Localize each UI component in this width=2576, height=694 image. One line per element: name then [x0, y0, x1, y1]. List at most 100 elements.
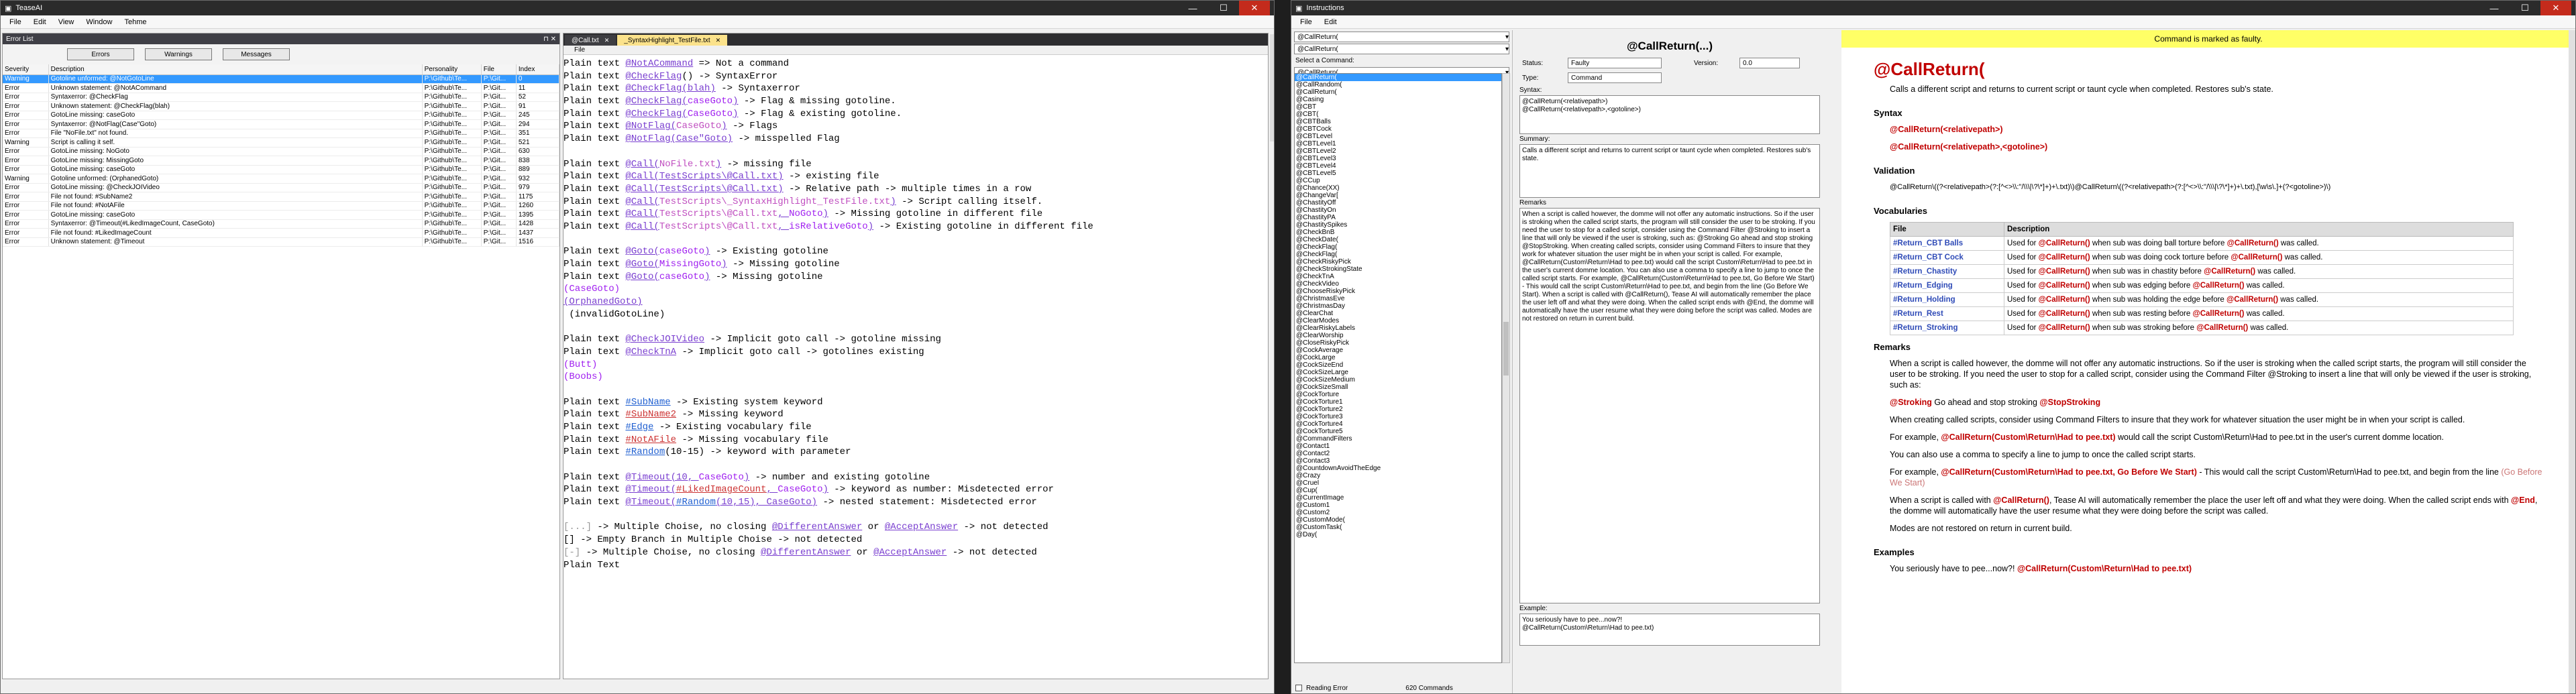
table-row[interactable]: Error GotoLine missing: caseGoto P:\Github…	[3, 210, 560, 220]
command-list-item[interactable]: @CBTLevel3	[1295, 155, 1501, 162]
menu-view[interactable]: View	[52, 18, 80, 26]
command-list-item[interactable]: @CockSizeEnd	[1295, 361, 1501, 369]
editor-file-menu[interactable]: File	[564, 46, 1268, 55]
command-list-item[interactable]: @CBT	[1295, 103, 1501, 111]
scroll-thumb[interactable]	[1503, 322, 1509, 375]
summary-textbox[interactable]: Calls a different script and returns to …	[1519, 144, 1820, 198]
command-list-item[interactable]: @CBTBalls	[1295, 118, 1501, 125]
command-list-item[interactable]: @CockSizeSmall	[1295, 384, 1501, 391]
maximize-button[interactable]: ☐	[2510, 1, 2540, 15]
command-list-item[interactable]: @CockAverage	[1295, 347, 1501, 354]
menu-file[interactable]: File	[3, 18, 28, 26]
command-list-item[interactable]: @CockTorture2	[1295, 406, 1501, 413]
command-list-item[interactable]: @CBTLevel2	[1295, 148, 1501, 155]
column-header-description[interactable]: Description	[48, 64, 423, 75]
example-textbox[interactable]: You seriously have to pee...now?! @CallRe…	[1519, 614, 1820, 646]
table-row[interactable]: Warning Gotoline unformed: @NotGotoLine P:…	[3, 74, 560, 84]
pin-close-icon[interactable]: ⊓ ✕	[543, 36, 556, 43]
command-list-item[interactable]: @CockTorture5	[1295, 428, 1501, 435]
command-list-item[interactable]: @CallReturn(	[1295, 89, 1501, 96]
command-list-item[interactable]: @ChooseRiskyPick	[1295, 288, 1501, 295]
table-row[interactable]: Error Unknown statement: @NotACommand P:\G…	[3, 83, 560, 93]
command-list-item[interactable]: @CheckDate(	[1295, 236, 1501, 243]
command-list-item[interactable]: @CockTorture	[1295, 391, 1501, 398]
close-icon[interactable]: ✕	[716, 37, 721, 44]
filter-combo[interactable]: @CallReturn(▾	[1294, 32, 1509, 42]
table-row[interactable]: Error GotoLine missing: @CheckJOIVideo P:\…	[3, 183, 560, 192]
command-list-scrollbar[interactable]	[1502, 73, 1510, 663]
command-list-item[interactable]: @ClearRiskyLabels	[1295, 325, 1501, 332]
vocab-file[interactable]: #Return_Rest	[1890, 306, 2004, 321]
command-list-item[interactable]: @CBTLevel1	[1295, 140, 1501, 148]
menu-edit[interactable]: Edit	[1318, 18, 1343, 26]
table-row[interactable]: Error File not found: #SubName2 P:\Github\…	[3, 192, 560, 202]
table-row[interactable]: Error Unknown statement: @Timeout P:\Githu…	[3, 237, 560, 247]
column-header-severity[interactable]: Severity	[3, 64, 49, 75]
menu-file[interactable]: File	[1294, 18, 1318, 26]
command-list-item[interactable]: @Cruel	[1295, 479, 1501, 487]
menu-edit[interactable]: Edit	[28, 18, 52, 26]
command-list-item[interactable]: @CloseRiskyPick	[1295, 339, 1501, 347]
column-header-file[interactable]: File	[481, 64, 517, 75]
command-list-item[interactable]: @Custom1	[1295, 502, 1501, 509]
table-row[interactable]: Error GotoLine missing: NoGoto P:\Github\T…	[3, 147, 560, 156]
minimize-button[interactable]: —	[2479, 1, 2510, 15]
command-list-item[interactable]: @Crazy	[1295, 472, 1501, 479]
command-list-item[interactable]: @ChastityPA	[1295, 214, 1501, 221]
personality-explorer-tab[interactable]	[1270, 34, 1274, 141]
column-header-personality[interactable]: Personality	[422, 64, 482, 75]
table-row[interactable]: Warning Gotoline unformed: (OrphanedGoto)…	[3, 174, 560, 184]
command-list-item[interactable]: @CBTCock	[1295, 125, 1501, 133]
table-row[interactable]: Error File not found: #NotAFile P:\Github\…	[3, 201, 560, 211]
command-list-item[interactable]: @Custom2	[1295, 509, 1501, 516]
command-list-item[interactable]: @CountdownAvoidTheEdge	[1295, 465, 1501, 472]
command-list-item[interactable]: @Day(	[1295, 531, 1501, 538]
code-area[interactable]: Plain text @NotACommand => Not a command…	[564, 55, 1268, 571]
table-row[interactable]: Warning Script is calling it self. P:\Gith…	[3, 137, 560, 148]
command-list-item[interactable]: @CustomTask(	[1295, 524, 1501, 531]
filter-warnings-button[interactable]: Warnings	[145, 48, 212, 60]
editor-tab[interactable]: _SyntaxHighlight_TestFile.txt ✕	[617, 35, 728, 46]
minimize-button[interactable]: —	[1177, 1, 1208, 15]
vocab-file[interactable]: #Return_Chastity	[1890, 264, 2004, 279]
menu-tehme[interactable]: Tehme	[118, 18, 152, 26]
command-list-item[interactable]: @CockTorture3	[1295, 413, 1501, 420]
command-list-item[interactable]: @CockSizeLarge	[1295, 369, 1501, 376]
command-list-item[interactable]: @CallRandom(	[1295, 81, 1501, 89]
doc-scrollbar[interactable]	[2569, 30, 2575, 693]
command-list-item[interactable]: @Contact1	[1295, 443, 1501, 450]
command-list-item[interactable]: @ChastitySpikes	[1295, 221, 1501, 229]
command-list-item[interactable]: @CheckVideo	[1295, 280, 1501, 288]
remarks-textbox[interactable]: When a script is called however, the dom…	[1519, 208, 1820, 603]
table-row[interactable]: Error Syntaxerror: @Timeout(#LikedImageCo…	[3, 219, 560, 229]
command-list-item[interactable]: @CommandFilters	[1295, 435, 1501, 443]
command-list-item[interactable]: @Contact2	[1295, 450, 1501, 457]
command-list-item[interactable]: @ClearModes	[1295, 317, 1501, 325]
command-list-item[interactable]: @CBTLevel4	[1295, 162, 1501, 170]
command-list-item[interactable]: @Contact3	[1295, 457, 1501, 465]
editor-tab[interactable]: @Call.txt ✕	[565, 35, 616, 46]
type-select[interactable]: Command	[1568, 72, 1662, 83]
syntax-textbox[interactable]: @CallReturn(<relativepath>) @CallReturn(<…	[1519, 95, 1820, 134]
vocab-file[interactable]: #Return_CBT Balls	[1890, 236, 2004, 251]
vocab-file[interactable]: #Return_CBT Cock	[1890, 250, 2004, 265]
command-list[interactable]: @CallReturn(@CallRandom(@CallReturn(@Cas…	[1294, 73, 1502, 663]
table-row[interactable]: Error Syntaxerror: @CheckFlag P:\Github\Te…	[3, 93, 560, 102]
command-list-item[interactable]: @CockTorture4	[1295, 420, 1501, 428]
command-list-item[interactable]: @CBTLevel5	[1295, 170, 1501, 177]
command-list-item[interactable]: @ChastityOff	[1295, 199, 1501, 207]
table-row[interactable]: Error GotoLine missing: caseGoto P:\Github…	[3, 165, 560, 174]
command-list-item[interactable]: @CCup	[1295, 177, 1501, 184]
close-button[interactable]: ✕	[2540, 1, 2571, 15]
command-list-item[interactable]: @CBT(	[1295, 111, 1501, 118]
command-list-item[interactable]: @CustomMode(	[1295, 516, 1501, 524]
table-row[interactable]: Error File "NoFile.txt" not found. P:\Gith…	[3, 129, 560, 138]
command-list-item[interactable]: @ClearWorship	[1295, 332, 1501, 339]
command-list-item[interactable]: @CBTLevel	[1295, 133, 1501, 140]
command-list-item[interactable]: @CheckFlag(	[1295, 251, 1501, 258]
status-select[interactable]: Faulty	[1568, 58, 1662, 68]
table-row[interactable]: Error Syntaxerror: @NotFlag(Case"Goto) P:\…	[3, 119, 560, 129]
vocab-file[interactable]: #Return_Edging	[1890, 278, 2004, 293]
table-row[interactable]: Error Unknown statement: @CheckFlag(blah)…	[3, 101, 560, 111]
column-header-index[interactable]: Index	[516, 64, 560, 75]
